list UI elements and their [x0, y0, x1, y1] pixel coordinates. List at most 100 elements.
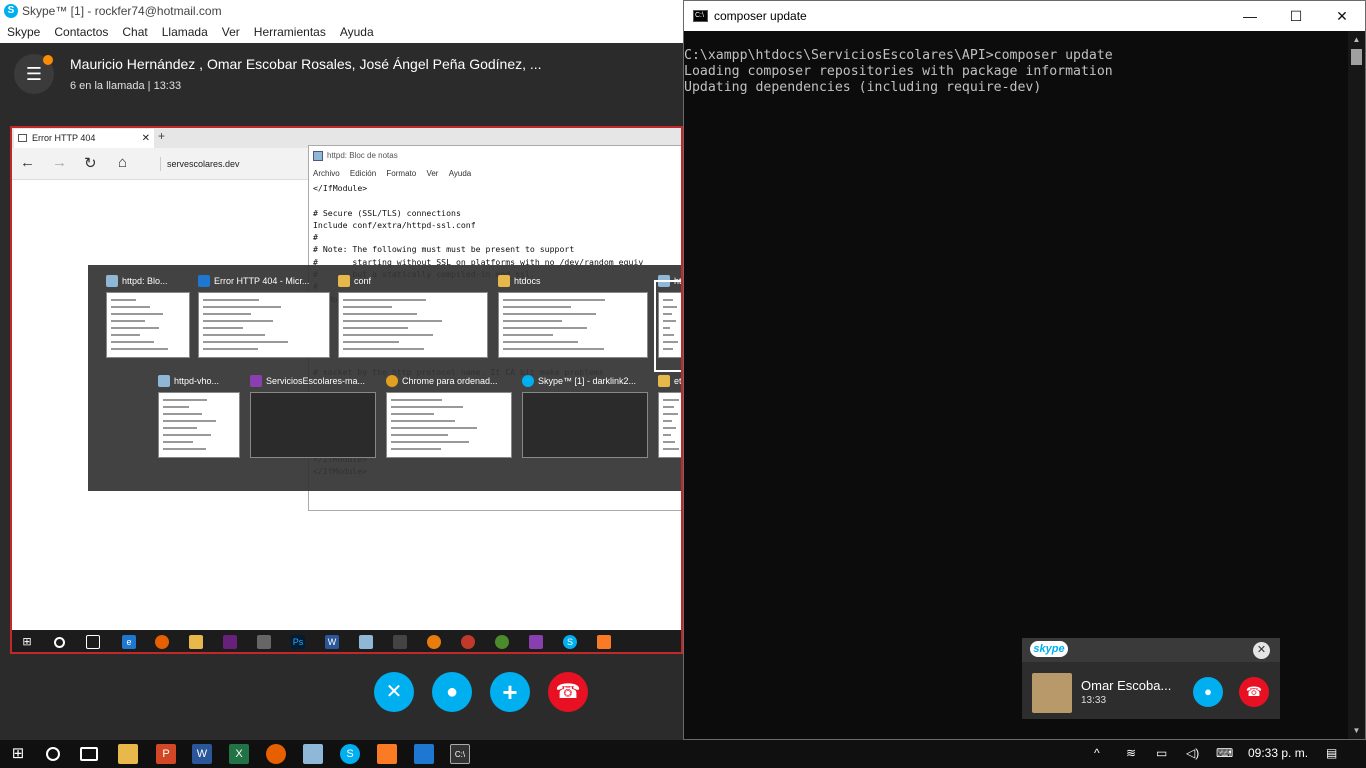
console-output[interactable]: C:\xampp\htdocs\ServiciosEscolares\API>c…: [684, 48, 1113, 96]
scrollbar-thumb[interactable]: [1351, 49, 1362, 65]
task-view-icon[interactable]: [80, 747, 98, 761]
menu-contactos[interactable]: Contactos: [47, 22, 115, 43]
back-icon[interactable]: ←: [20, 154, 35, 171]
edge-icon[interactable]: e: [122, 635, 136, 649]
notepad-icon[interactable]: [303, 744, 323, 764]
notifications-icon[interactable]: ▤: [1326, 746, 1337, 760]
scrollbar[interactable]: [1348, 31, 1365, 739]
chevron-up-icon[interactable]: ^: [1094, 746, 1100, 760]
preview-line: [203, 313, 252, 315]
media-icon[interactable]: [393, 635, 407, 649]
menu-chat[interactable]: Chat: [115, 22, 154, 43]
minimize-button[interactable]: —: [1227, 1, 1273, 31]
scroll-up-icon[interactable]: ▲: [1348, 32, 1365, 48]
powerpoint-icon[interactable]: P: [156, 744, 176, 764]
blender-icon[interactable]: [427, 635, 441, 649]
start-icon[interactable]: ⊞: [8, 744, 28, 764]
switcher-item[interactable]: ServiciosEscolares-ma...: [250, 374, 382, 474]
menu-skype[interactable]: Skype: [0, 22, 47, 43]
excel-icon[interactable]: X: [229, 744, 249, 764]
switcher-item[interactable]: conf: [338, 274, 488, 374]
skype-mini-call: skype ✕ Omar Escoba... 13:33 ● ☎: [1022, 638, 1280, 719]
tools-icon[interactable]: [257, 635, 271, 649]
menu-ver[interactable]: Ver: [215, 22, 247, 43]
wifi-icon[interactable]: ≋: [1126, 746, 1136, 760]
switcher-item[interactable]: Skype™ [1] - darklink2...: [522, 374, 654, 474]
notepad-icon[interactable]: [359, 635, 373, 649]
home-icon[interactable]: ⌂: [118, 154, 127, 171]
clock[interactable]: 09:33 p. m.: [1248, 746, 1308, 760]
xampp-icon[interactable]: [377, 744, 397, 764]
volume-icon[interactable]: ◁): [1186, 746, 1199, 760]
app-icon[interactable]: [461, 635, 475, 649]
np-menu-ayuda[interactable]: Ayuda: [445, 169, 476, 178]
task-view-icon[interactable]: [86, 635, 100, 649]
np-menu-formato[interactable]: Formato: [382, 169, 420, 178]
preview-line: [503, 334, 554, 336]
edge-tab[interactable]: Error HTTP 404 ✕: [14, 129, 154, 148]
switcher-item[interactable]: et: [658, 374, 681, 474]
maximize-button[interactable]: ☐: [1273, 1, 1319, 31]
start-icon[interactable]: ⊞: [20, 635, 34, 649]
keyboard-icon[interactable]: ⌨: [1216, 746, 1233, 760]
preview-line: [343, 306, 392, 308]
add-participant-button[interactable]: +: [490, 672, 530, 712]
app-icon[interactable]: [414, 744, 434, 764]
menu-ayuda[interactable]: Ayuda: [333, 22, 381, 43]
phpstorm-icon[interactable]: [529, 635, 543, 649]
skype-icon[interactable]: S: [340, 744, 360, 764]
app-icon[interactable]: [495, 635, 509, 649]
window-preview: [338, 292, 488, 358]
scroll-down-icon[interactable]: ▼: [1348, 723, 1365, 739]
preview-line: [503, 327, 588, 329]
word-icon[interactable]: W: [325, 635, 339, 649]
cmd-icon[interactable]: C:\: [450, 744, 470, 764]
mic-button[interactable]: ●: [432, 672, 472, 712]
search-icon[interactable]: [46, 747, 60, 761]
call-status: 6 en la llamada | 13:33: [70, 80, 182, 92]
forward-icon[interactable]: →: [52, 154, 67, 171]
preview-line: [163, 441, 193, 443]
selection-highlight: [654, 280, 681, 372]
switcher-item[interactable]: Chrome para ordenad...: [386, 374, 518, 474]
np-menu-archivo[interactable]: Archivo: [309, 169, 344, 178]
switcher-label: htdocs: [514, 276, 541, 286]
preview-line: [111, 348, 168, 350]
visual-studio-icon[interactable]: [223, 635, 237, 649]
switcher-item[interactable]: Error HTTP 404 - Micr...: [198, 274, 330, 374]
menu-llamada[interactable]: Llamada: [155, 22, 215, 43]
close-icon[interactable]: ✕: [1253, 642, 1270, 659]
mic-button[interactable]: ●: [1193, 677, 1223, 707]
window-preview: [106, 292, 190, 358]
preview-line: [343, 320, 443, 322]
close-button[interactable]: ✕: [1319, 1, 1365, 31]
explorer-icon[interactable]: [118, 744, 138, 764]
np-menu-edicion[interactable]: Edición: [346, 169, 380, 178]
preview-line: [111, 341, 154, 343]
end-call-button[interactable]: ☎: [548, 672, 588, 712]
firefox-icon[interactable]: [155, 635, 169, 649]
end-call-button[interactable]: ☎: [1239, 677, 1269, 707]
battery-icon[interactable]: ▭: [1156, 746, 1167, 760]
close-tab-icon[interactable]: ✕: [142, 129, 150, 148]
xampp-icon[interactable]: [597, 635, 611, 649]
preview-line: [503, 341, 579, 343]
address-bar[interactable]: servescolares.dev: [160, 157, 240, 171]
firefox-icon[interactable]: [266, 744, 286, 764]
preview-line: [391, 427, 477, 429]
video-off-button[interactable]: ✕: [374, 672, 414, 712]
photoshop-icon[interactable]: Ps: [291, 635, 305, 649]
notepad-titlebar: httpd: Bloc de notas: [309, 146, 681, 166]
search-icon[interactable]: [54, 637, 65, 648]
cmd-title: composer update: [714, 9, 807, 23]
switcher-item[interactable]: htdocs: [498, 274, 648, 374]
menu-herramientas[interactable]: Herramientas: [247, 22, 333, 43]
refresh-icon[interactable]: ↻: [84, 154, 97, 172]
skype-icon[interactable]: S: [563, 635, 577, 649]
preview-line: [663, 441, 675, 443]
word-icon[interactable]: W: [192, 744, 212, 764]
np-menu-ver[interactable]: Ver: [422, 169, 442, 178]
preview-line: [503, 306, 572, 308]
explorer-icon[interactable]: [189, 635, 203, 649]
new-tab-icon[interactable]: +: [158, 129, 165, 143]
